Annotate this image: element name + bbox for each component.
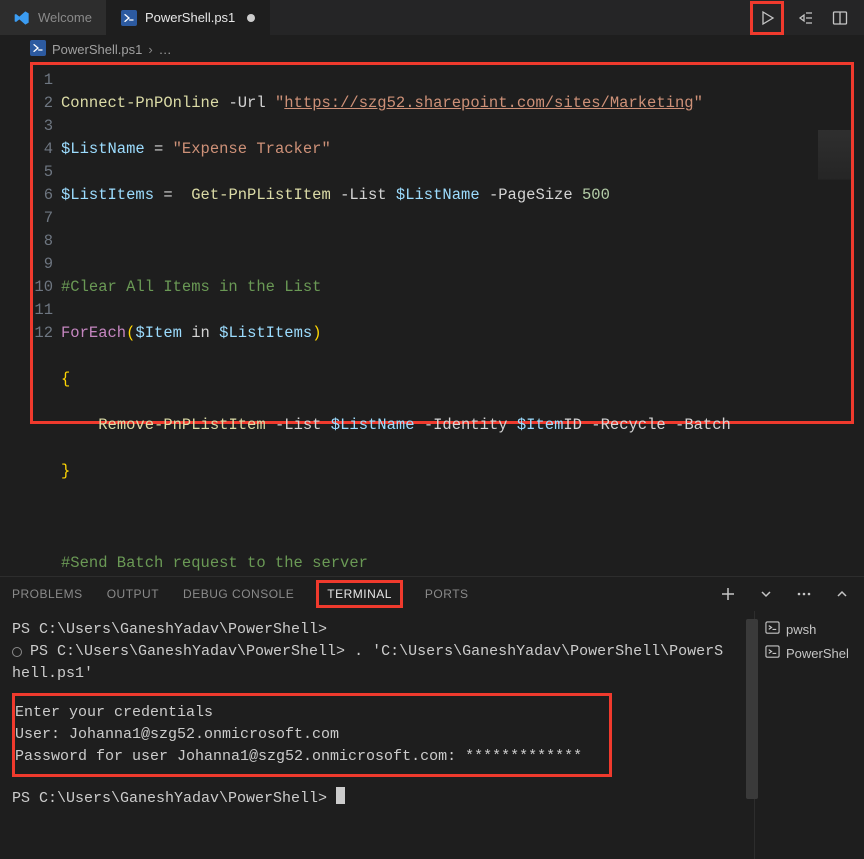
code-line: { [61, 368, 851, 391]
terminal-line: User: Johanna1@szg52.onmicrosoft.com [15, 724, 599, 746]
bottom-panel: PROBLEMS OUTPUT DEBUG CONSOLE TERMINAL P… [0, 576, 864, 859]
breadcrumb-more: … [159, 42, 172, 57]
code-line: ForEach($Item in $ListItems) [61, 322, 851, 345]
terminal-list: pwsh PowerShel [754, 611, 864, 859]
unsaved-dot-icon [247, 14, 255, 22]
terminal-icon [765, 620, 780, 638]
panel-tab-problems[interactable]: PROBLEMS [10, 583, 85, 605]
code-line [61, 230, 851, 253]
panel-more-button[interactable] [792, 582, 816, 606]
terminal-line: hell.ps1' [12, 663, 742, 685]
panel-tabs: PROBLEMS OUTPUT DEBUG CONSOLE TERMINAL P… [0, 577, 864, 611]
terminal[interactable]: PS C:\Users\GaneshYadav\PowerShell> PS C… [0, 611, 754, 859]
tab-welcome-label: Welcome [38, 10, 92, 25]
code-line: $ListItems = Get-PnPListItem -List $List… [61, 184, 851, 207]
split-editor-button[interactable] [828, 6, 852, 30]
cursor-icon [336, 787, 345, 804]
code-line: $ListName = "Expense Tracker" [61, 138, 851, 161]
code-line [61, 506, 851, 529]
new-terminal-button[interactable] [716, 582, 740, 606]
breadcrumb[interactable]: PowerShell.ps1 › … [0, 36, 864, 62]
terminal-scrollbar[interactable] [746, 619, 758, 799]
editor-tabbar: Welcome PowerShell.ps1 [0, 0, 864, 36]
terminal-line: Enter your credentials [15, 702, 599, 724]
run-button-highlight [750, 1, 784, 35]
code-line: Connect-PnPOnline -Url "https://szg52.sh… [61, 92, 851, 115]
vscode-icon [14, 10, 30, 26]
terminal-line: PS C:\Users\GaneshYadav\PowerShell> . 'C… [12, 641, 742, 663]
panel-tab-output[interactable]: OUTPUT [105, 583, 161, 605]
powershell-icon [30, 40, 46, 59]
code-line: #Clear All Items in the List [61, 276, 851, 299]
panel-tab-terminal[interactable]: TERMINAL [316, 580, 403, 608]
chevron-right-icon: › [148, 42, 152, 57]
code-line: Remove-PnPListItem -List $ListName -Iden… [61, 414, 851, 437]
code-line: } [61, 460, 851, 483]
panel-tab-debug[interactable]: DEBUG CONSOLE [181, 583, 296, 605]
code-editor-highlight: 1 2 3 4 5 6 7 8 9 10 11 12 Connect-PnPOn… [30, 62, 854, 424]
run-selection-button[interactable] [794, 6, 818, 30]
breadcrumb-file: PowerShell.ps1 [52, 42, 142, 57]
terminal-list-item-powershell[interactable]: PowerShel [765, 641, 864, 665]
tab-welcome[interactable]: Welcome [0, 0, 107, 35]
terminal-line: Password for user Johanna1@szg52.onmicro… [15, 746, 599, 768]
terminal-dropdown-button[interactable] [754, 582, 778, 606]
tab-powershell[interactable]: PowerShell.ps1 [107, 0, 270, 35]
terminal-list-item-pwsh[interactable]: pwsh [765, 617, 864, 641]
powershell-icon [121, 10, 137, 26]
terminal-line: PS C:\Users\GaneshYadav\PowerShell> [12, 619, 742, 641]
terminal-icon [765, 644, 780, 662]
run-button[interactable] [755, 6, 779, 30]
terminal-line: PS C:\Users\GaneshYadav\PowerShell> [12, 787, 742, 810]
tab-powershell-label: PowerShell.ps1 [145, 10, 235, 25]
gutter-circle-icon [12, 647, 22, 657]
tab-actions [750, 0, 864, 35]
code-line: #Send Batch request to the server [61, 552, 851, 575]
panel-tab-ports[interactable]: PORTS [423, 583, 471, 605]
credentials-highlight: Enter your credentials User: Johanna1@sz… [12, 693, 612, 777]
panel-maximize-button[interactable] [830, 582, 854, 606]
